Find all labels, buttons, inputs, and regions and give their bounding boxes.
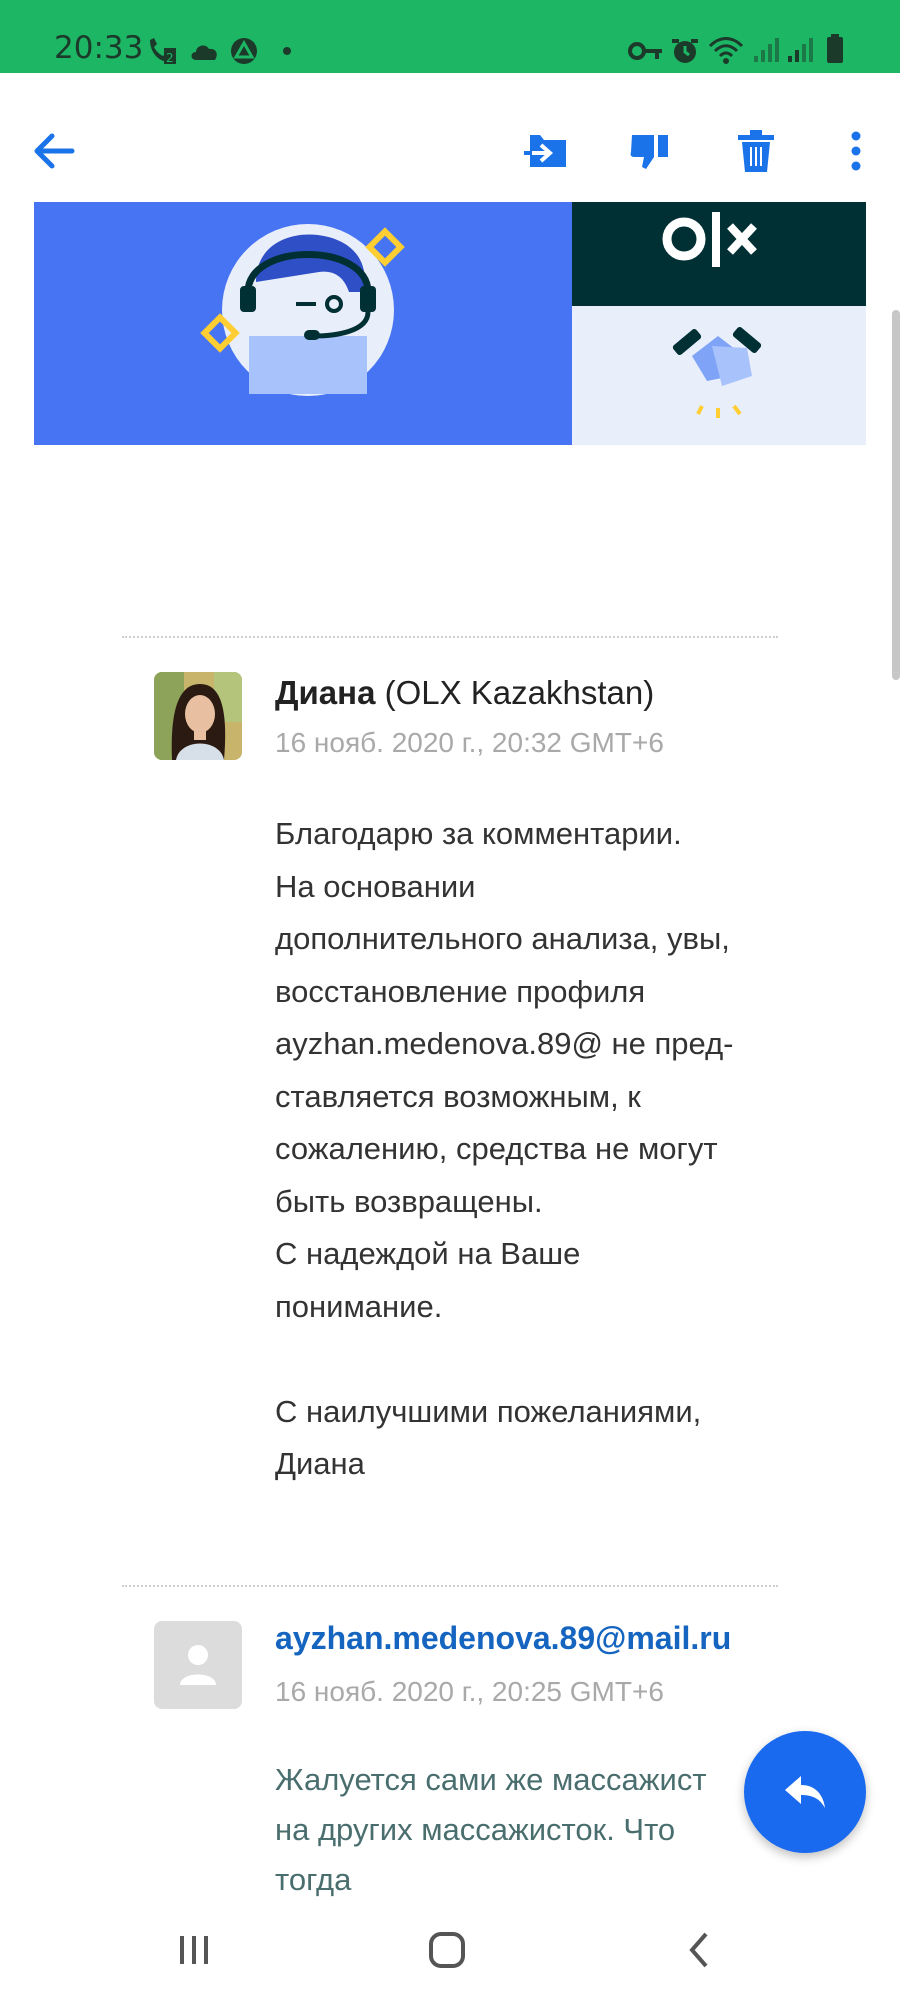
status-bar: 20:33 2 [0,0,900,73]
sender-line: Диана (OLX Kazakhstan) [275,674,654,712]
scrollbar[interactable] [892,310,900,680]
message-line: сожалению, средства не могут [275,1131,718,1166]
recent-apps-button[interactable] [164,1925,224,1975]
message-line: С наилучшими пожеланиями, [275,1393,702,1429]
signal-icon [754,38,779,62]
navigation-bar [0,1900,900,2000]
avatar-placeholder[interactable] [154,1621,242,1709]
delete-icon [738,130,774,172]
home-button[interactable] [417,1925,477,1975]
move-to-button[interactable] [518,123,574,179]
back-arrow-icon [34,133,75,169]
avatar[interactable] [154,672,242,760]
olx-logo [572,202,866,306]
message-line: быть возвращены. [275,1183,543,1219]
back-nav-button[interactable] [670,1925,730,1975]
back-icon [689,1932,708,1968]
signal-icon [788,38,813,62]
battery-icon [827,34,843,63]
message-date: 16 нояб. 2020 г., 20:32 GMT+6 [275,727,664,758]
message-line: ставляется возможным, к [275,1078,641,1114]
olx-banner-image [34,202,866,445]
message-line: На основании [275,868,476,904]
sender-name: Диана [275,674,376,711]
sender-email[interactable]: ayzhan.medenova.89@mail.ru [275,1620,731,1657]
message-divider [122,636,778,638]
move-to-icon [524,135,566,167]
drive-icon [231,38,257,64]
home-icon [429,1932,465,1968]
reply-icon [785,1776,825,1808]
person-icon [180,1645,216,1685]
message-line: понимание. [275,1288,443,1324]
svg-text:2: 2 [166,51,174,65]
more-options-button[interactable] [828,123,884,179]
report-spam-button[interactable] [622,123,678,179]
message-date: 16 нояб. 2020 г., 20:25 GMT+6 [275,1676,664,1707]
message-line: Диана [275,1446,365,1481]
key-icon [628,42,662,60]
message-line: восстановление профиля [275,973,646,1009]
delete-button[interactable] [728,123,784,179]
more-options-icon [851,131,861,171]
message-line: Благодарю за комментарии. [275,816,682,851]
app-bar [0,73,900,203]
wifi-icon [708,37,744,64]
message-line: С надеждой на Ваше [275,1236,581,1271]
support-illustration [34,202,572,445]
handshake-illustration [572,306,866,445]
cloud-icon [191,45,217,60]
message-line: тогда [275,1862,352,1897]
reply-button[interactable] [744,1731,866,1853]
dot-icon [283,47,291,55]
alarm-icon [672,39,698,63]
call-icon: 2 [150,38,176,65]
message-line: ayzhan.medenova.89@ не пред- [275,1026,734,1061]
message-body: Благодарю за комментарии. На основании д… [275,808,795,1491]
report-spam-icon [630,135,668,169]
recent-apps-icon [180,1936,208,1964]
back-button[interactable] [26,123,82,179]
message-divider [122,1585,778,1587]
sender-org: (OLX Kazakhstan) [384,674,655,711]
status-time: 20:33 [54,30,144,66]
message-line: дополнительного анализа, увы, [275,921,730,956]
